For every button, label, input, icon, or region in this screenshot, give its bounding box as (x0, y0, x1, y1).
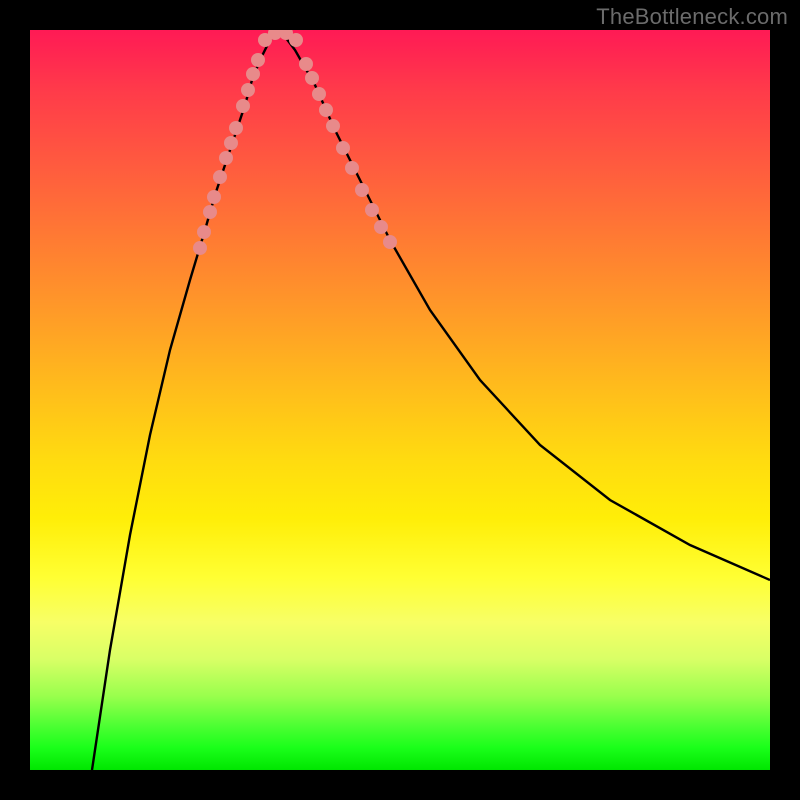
highlight-dot (355, 183, 369, 197)
highlight-dot (197, 225, 211, 239)
highlight-dot (203, 205, 217, 219)
highlight-dot (213, 170, 227, 184)
highlight-dot (193, 241, 207, 255)
highlight-dot (219, 151, 233, 165)
highlight-dot (229, 121, 243, 135)
highlight-dot (365, 203, 379, 217)
watermark-text: TheBottleneck.com (596, 4, 788, 30)
highlight-dot (345, 161, 359, 175)
highlight-dot (312, 87, 326, 101)
highlight-dot (246, 67, 260, 81)
highlight-dot (251, 53, 265, 67)
right-curve (280, 30, 770, 580)
chart-frame: TheBottleneck.com (0, 0, 800, 800)
highlight-dots (193, 30, 397, 255)
highlight-dot (289, 33, 303, 47)
left-curve (92, 30, 280, 770)
highlight-dot (224, 136, 238, 150)
highlight-dot (326, 119, 340, 133)
highlight-dot (207, 190, 221, 204)
highlight-dot (383, 235, 397, 249)
highlight-dot (374, 220, 388, 234)
highlight-dot (299, 57, 313, 71)
highlight-dot (305, 71, 319, 85)
curves-svg (30, 30, 770, 770)
highlight-dot (236, 99, 250, 113)
highlight-dot (241, 83, 255, 97)
highlight-dot (319, 103, 333, 117)
plot-area (30, 30, 770, 770)
highlight-dot (336, 141, 350, 155)
